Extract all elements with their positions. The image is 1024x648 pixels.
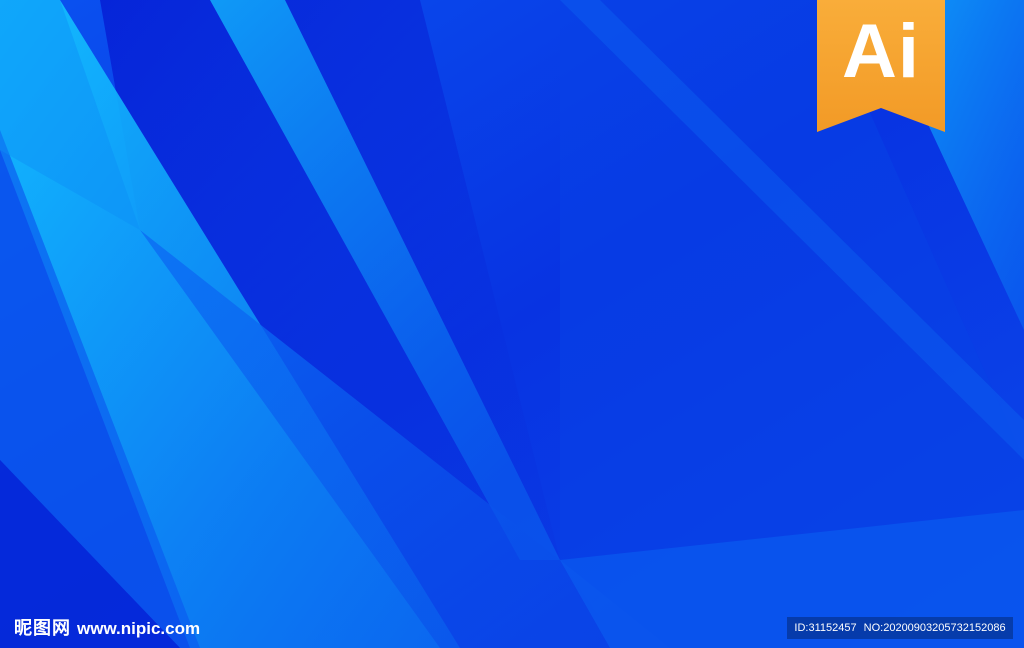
image-number: NO:20200903205732152086: [863, 622, 1006, 634]
site-url: www.nipic.com: [77, 619, 201, 638]
abstract-blue-background: Ai 昵图网 www.nipic.com ID:31152457 NO:20200…: [0, 0, 1024, 648]
site-logo-chinese: 昵图网: [14, 618, 71, 639]
ai-file-format-badge: Ai: [817, 0, 945, 132]
ai-badge-label: Ai: [842, 9, 920, 94]
image-id-strip: ID:31152457 NO:20200903205732152086: [787, 617, 1013, 639]
site-watermark-logo: 昵图网 www.nipic.com: [14, 617, 200, 641]
image-id: ID:31152457: [794, 622, 857, 634]
